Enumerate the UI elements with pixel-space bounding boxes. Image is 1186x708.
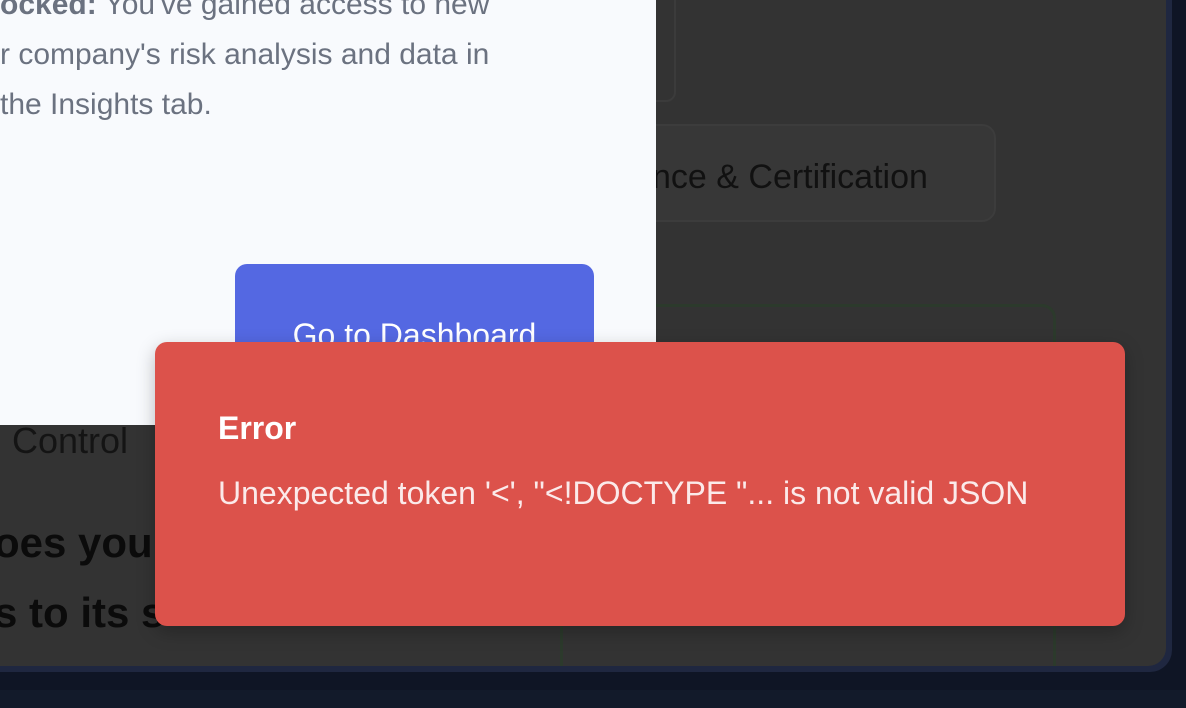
question-line-2: s to its s [0,589,165,636]
bottom-strip [0,690,1186,708]
control-label: Control [12,420,129,461]
modal-line-2: r company's risk analysis and data in [0,38,490,71]
modal-line-1-rest: You've gained access to new [96,0,490,21]
question-text: oes you s to its s [0,508,164,648]
error-toast-message: Unexpected token '<', "<!DOCTYPE "... is… [218,475,1029,511]
modal-line-3: the Insights tab. [0,88,212,121]
modal-message: ocked: You've gained access to new r com… [0,0,620,130]
modal-lead-bold: ocked: [0,0,97,21]
error-toast[interactable]: Error Unexpected token '<', "<!DOCTYPE "… [155,342,1125,626]
question-line-1: oes you [0,519,153,566]
modal-line-1: ocked: You've gained access to new [0,0,620,30]
error-toast-title: Error [218,410,297,446]
certification-tab-label: nce & Certification [652,158,928,196]
